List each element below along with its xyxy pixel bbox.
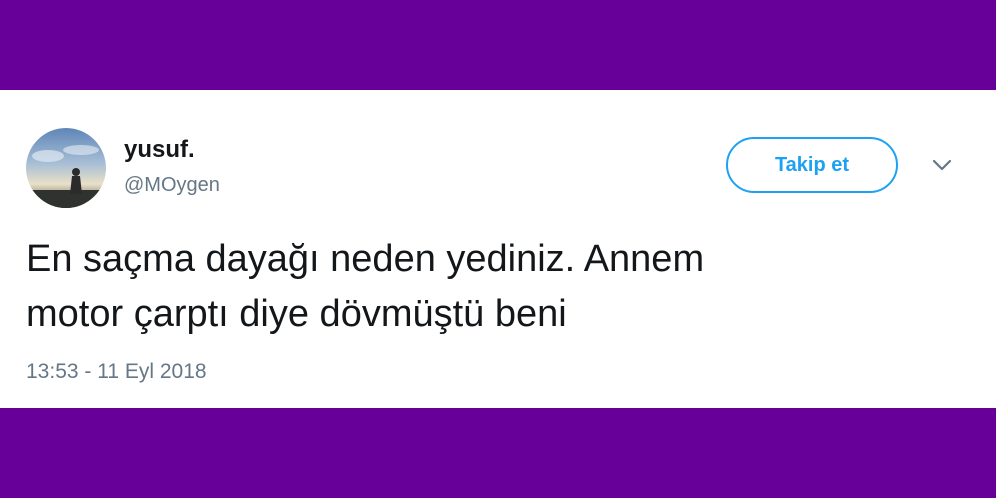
avatar[interactable] [26,128,106,208]
display-name[interactable]: yusuf. [124,136,195,164]
tweet-text-line: En saçma dayağı neden yediniz. Annem [26,238,705,280]
avatar-image [26,128,106,208]
tweet-text-line: motor çarptı diye dövmüştü beni [26,293,567,335]
follow-button[interactable]: Takip et [726,137,898,193]
tweet-timestamp[interactable]: 13:53 - 11 Eyl 2018 [26,360,207,384]
user-handle[interactable]: @MOygen [124,174,220,197]
tweet-card: yusuf. @MOygen Takip et En saçma dayağı … [0,90,996,408]
chevron-down-icon[interactable] [930,156,954,174]
tweet-text: En saçma dayağı neden yediniz. Annem mot… [26,232,926,342]
